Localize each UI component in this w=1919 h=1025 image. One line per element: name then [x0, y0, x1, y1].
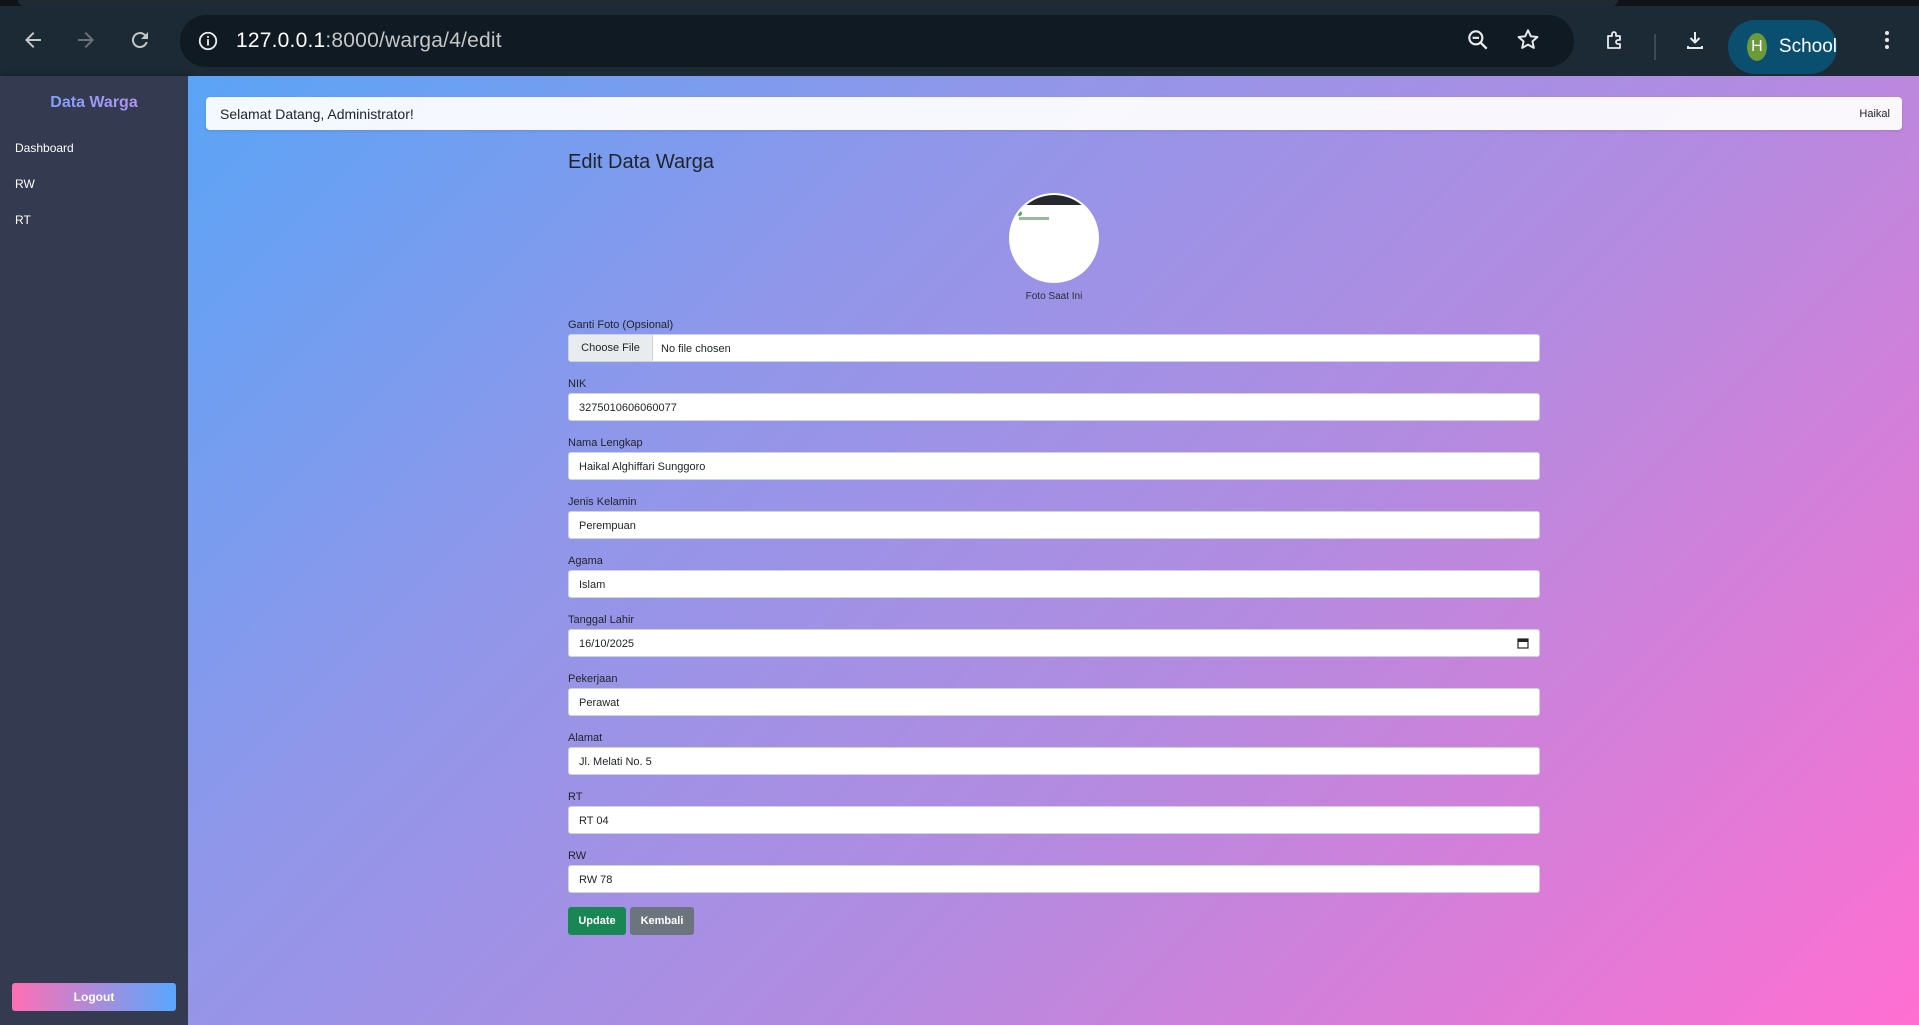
logout-button[interactable]: Logout [12, 983, 176, 1011]
current-photo [1009, 193, 1099, 283]
page-title: Edit Data Warga [568, 151, 714, 173]
sidebar-item-rt[interactable]: RT [15, 213, 31, 227]
brand-title: Data Warga [0, 94, 188, 112]
agama-field[interactable]: Islam [568, 570, 1540, 598]
extensions-icon[interactable] [1595, 20, 1635, 60]
alamat-label: Alamat [568, 732, 603, 744]
pekerjaan-field[interactable]: Perawat [568, 688, 1540, 716]
url-text[interactable]: 127.0.0.1:8000/warga/4/edit [236, 29, 502, 53]
rt-label: RT [568, 791, 583, 803]
sidebar-item-dashboard[interactable]: Dashboard [15, 141, 74, 155]
welcome-bar: Selamat Datang, Administrator! Haikal [206, 97, 1902, 130]
photo-label: Ganti Foto (Opsional) [568, 319, 674, 331]
bookmark-star-icon[interactable] [1515, 27, 1541, 58]
site-info-icon[interactable] [194, 27, 222, 55]
main-content: Selamat Datang, Administrator! Haikal Ed… [188, 76, 1919, 1025]
rw-field[interactable]: RW 78 [568, 865, 1540, 893]
browser-toolbar: 127.0.0.1:8000/warga/4/edit H School [0, 6, 1919, 76]
rt-field[interactable]: RT 04 [568, 806, 1540, 834]
nama-field[interactable]: Haikal Alghiffari Sunggoro [568, 452, 1540, 480]
rw-label: RW [568, 850, 587, 862]
profile-chip[interactable]: H School [1728, 20, 1837, 74]
zoom-icon[interactable] [1465, 27, 1491, 58]
reload-icon[interactable] [120, 20, 160, 60]
back-icon[interactable] [13, 20, 53, 60]
sidebar: Data Warga Dashboard RW RT Logout [0, 76, 188, 1025]
nik-label: NIK [568, 378, 587, 390]
file-status: No file chosen [661, 343, 731, 355]
user-name[interactable]: Haikal [1859, 108, 1890, 120]
pekerjaan-label: Pekerjaan [568, 673, 618, 685]
tanggal-lahir-label: Tanggal Lahir [568, 614, 635, 626]
nik-field[interactable]: 3275010606060077 [568, 393, 1540, 421]
page-viewport: Data Warga Dashboard RW RT Logout Selama… [0, 76, 1919, 1025]
address-bar[interactable]: 127.0.0.1:8000/warga/4/edit [180, 15, 1574, 67]
profile-avatar: H [1747, 33, 1767, 61]
update-button[interactable]: Update [568, 907, 626, 935]
sidebar-item-rw[interactable]: RW [15, 177, 35, 191]
nama-label: Nama Lengkap [568, 437, 643, 449]
photo-file-input[interactable]: Choose File No file chosen [568, 334, 1540, 362]
tanggal-lahir-field[interactable]: 16/10/2025 [568, 629, 1540, 657]
choose-file-button[interactable]: Choose File [569, 335, 653, 361]
download-icon[interactable] [1675, 20, 1715, 60]
agama-label: Agama [568, 555, 603, 567]
forward-icon[interactable] [66, 20, 106, 60]
toolbar-separator [1654, 34, 1656, 60]
calendar-icon[interactable] [1517, 637, 1529, 649]
jenis-kelamin-label: Jenis Kelamin [568, 496, 637, 508]
menu-kebab-icon[interactable] [1867, 20, 1907, 60]
jenis-kelamin-field[interactable]: Perempuan [568, 511, 1540, 539]
photo-caption: Foto Saat Ini [1025, 291, 1083, 302]
alamat-field[interactable]: Jl. Melati No. 5 [568, 747, 1540, 775]
back-button[interactable]: Kembali [630, 907, 694, 935]
welcome-message: Selamat Datang, Administrator! [220, 106, 414, 122]
profile-name: School [1778, 36, 1837, 57]
